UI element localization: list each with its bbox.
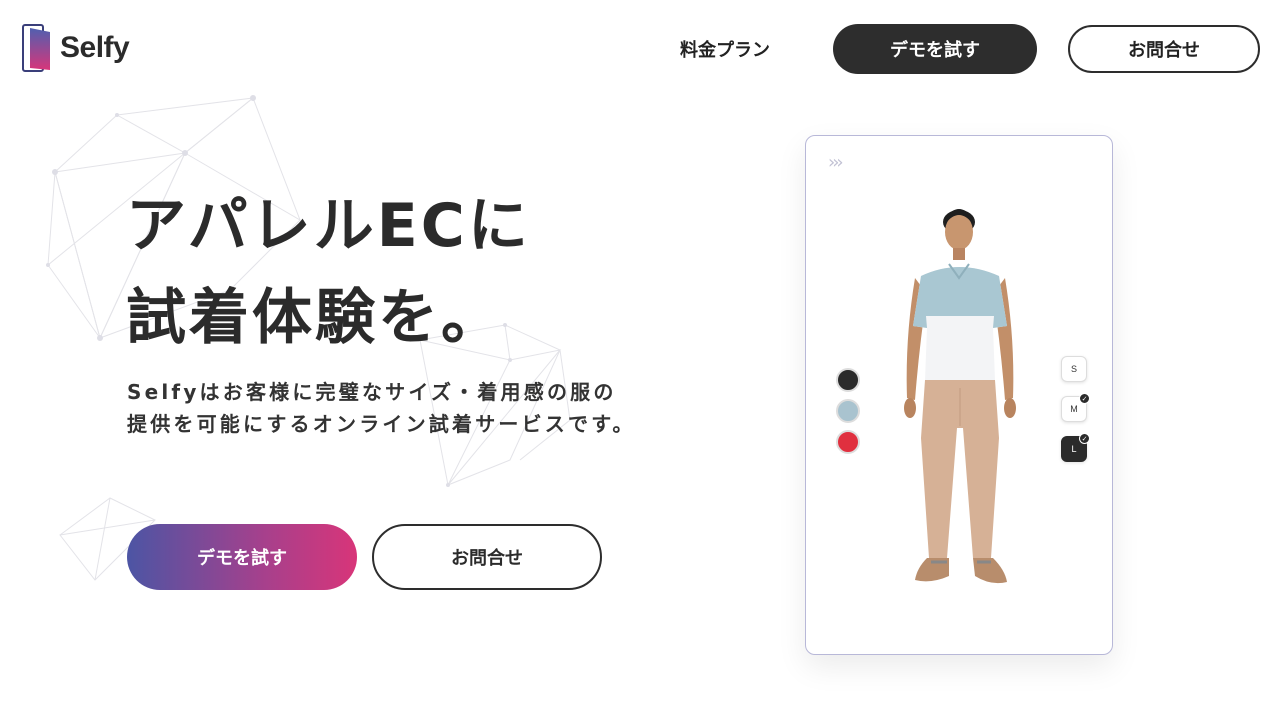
size-label-m: M bbox=[1070, 404, 1078, 414]
avatar-model-image bbox=[904, 209, 1016, 584]
nav-contact-button[interactable]: お問合せ bbox=[1068, 25, 1260, 73]
color-swatch-black[interactable] bbox=[836, 368, 860, 392]
check-icon: ✓ bbox=[1079, 393, 1090, 404]
size-label-l: L bbox=[1071, 444, 1077, 454]
color-swatch-red[interactable] bbox=[836, 430, 860, 454]
tryon-preview-panel: ››› S M ✓ L ✓ bbox=[805, 135, 1113, 655]
nav-demo-button[interactable]: デモを試す bbox=[833, 24, 1037, 74]
size-button-m[interactable]: M ✓ bbox=[1061, 393, 1090, 422]
color-swatch-light-blue[interactable] bbox=[836, 399, 860, 423]
nav-pricing-link[interactable]: 料金プラン bbox=[680, 36, 770, 62]
hero-title-line-1: アパレルECに bbox=[126, 191, 531, 261]
hero-description: Selfyはお客様に完璧なサイズ・着用感の服の 提供を可能にするオンライン試着サ… bbox=[127, 376, 636, 440]
size-button-s[interactable]: S bbox=[1061, 356, 1087, 382]
logo-mark-icon bbox=[22, 24, 50, 72]
hero-title-line-2: 試着体験を。 bbox=[126, 283, 504, 353]
check-icon: ✓ bbox=[1079, 433, 1090, 444]
logo-text: Selfy bbox=[60, 31, 130, 64]
hero-contact-button[interactable]: お問合せ bbox=[372, 524, 602, 590]
selfy-logo[interactable]: Selfy bbox=[22, 24, 130, 72]
hero-description-line-1: Selfyはお客様に完璧なサイズ・着用感の服の bbox=[127, 380, 617, 404]
hero-description-line-2: 提供を可能にするオンライン試着サービスです。 bbox=[127, 412, 636, 436]
landing-page: Selfy 料金プラン デモを試す お問合せ アパレルECに 試着体験を。 Se… bbox=[0, 0, 1280, 720]
expand-chevron-icon[interactable]: ››› bbox=[828, 152, 844, 173]
hero-demo-button[interactable]: デモを試す bbox=[127, 524, 357, 590]
size-label-s: S bbox=[1070, 364, 1077, 374]
size-button-l[interactable]: L ✓ bbox=[1061, 433, 1090, 462]
hero-title: アパレルECに 試着体験を。 bbox=[126, 180, 531, 364]
